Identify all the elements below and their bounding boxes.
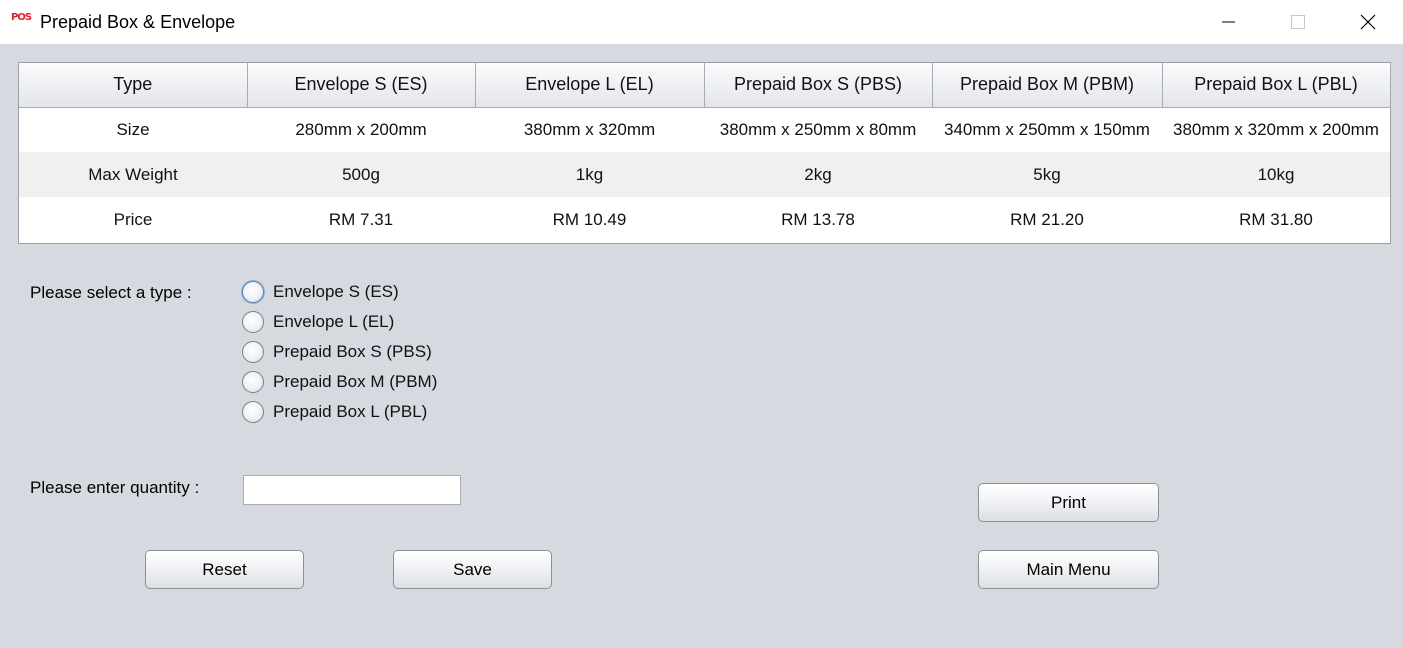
table-cell: RM 21.20 (1010, 209, 1084, 229)
radio-button[interactable] (242, 401, 264, 423)
radio-label[interactable]: Envelope L (EL) (273, 312, 394, 332)
quantity-input[interactable] (243, 475, 461, 505)
table-header-row: Type Envelope S (ES) Envelope L (EL) Pre… (19, 63, 1391, 108)
table-cell: RM 10.49 (552, 209, 627, 229)
radio-prepaid-box-m[interactable]: Prepaid Box M (PBM) (242, 369, 437, 395)
radio-prepaid-box-l[interactable]: Prepaid Box L (PBL) (242, 399, 427, 425)
price-table: Type Envelope S (ES) Envelope L (EL) Pre… (18, 62, 1391, 244)
table-cell: RM 31.80 (1239, 209, 1313, 229)
title-bar: POS Prepaid Box & Envelope (0, 0, 1403, 44)
table-cell: 380mm x 320mm x 200mm (1173, 119, 1379, 139)
column-header[interactable]: Prepaid Box L (PBL) (1162, 63, 1391, 108)
app-logo: POS (11, 12, 32, 23)
minimize-button[interactable] (1208, 6, 1248, 38)
save-button[interactable]: Save (393, 550, 552, 589)
window-title: Prepaid Box & Envelope (40, 12, 236, 32)
column-header[interactable]: Type (19, 63, 248, 108)
radio-label[interactable]: Envelope S (ES) (273, 282, 399, 302)
quantity-label: Please enter quantity : (30, 478, 200, 497)
radio-button[interactable] (242, 281, 264, 303)
table-row[interactable]: Price RM 7.31 RM 10.49 RM 13.78 RM 21.20… (19, 197, 1390, 242)
radio-envelope-l[interactable]: Envelope L (EL) (242, 309, 394, 335)
table-cell: 500g (247, 152, 475, 197)
radio-label[interactable]: Prepaid Box L (PBL) (273, 402, 427, 422)
radio-envelope-s[interactable]: Envelope S (ES) (242, 279, 399, 305)
table-cell: 2kg (704, 152, 932, 197)
radio-button[interactable] (242, 341, 264, 363)
table-cell: 380mm x 250mm x 80mm (719, 119, 917, 139)
table-cell: Price (113, 209, 153, 229)
radio-prepaid-box-s[interactable]: Prepaid Box S (PBS) (242, 339, 432, 365)
type-label: Please select a type : (30, 283, 192, 302)
maximize-icon (1291, 15, 1305, 29)
table-row[interactable]: Max Weight 500g 1kg 2kg 5kg 10kg (19, 152, 1390, 197)
close-button[interactable] (1348, 6, 1388, 38)
close-icon (1360, 14, 1376, 30)
column-header[interactable]: Prepaid Box S (PBS) (704, 63, 933, 108)
column-header[interactable]: Envelope L (EL) (475, 63, 705, 108)
table-cell: Max Weight (19, 152, 247, 197)
maximize-button[interactable] (1278, 6, 1318, 38)
table-cell: RM 13.78 (781, 209, 855, 229)
main-menu-button[interactable]: Main Menu (978, 550, 1159, 589)
table-cell: 5kg (932, 152, 1162, 197)
table-cell: 1kg (475, 152, 704, 197)
column-header[interactable]: Prepaid Box M (PBM) (932, 63, 1163, 108)
print-button[interactable]: Print (978, 483, 1159, 522)
table-row[interactable]: Size 280mm x 200mm 380mm x 320mm 380mm x… (19, 107, 1390, 152)
table-cell: RM 7.31 (328, 209, 394, 229)
table-cell: 380mm x 320mm (523, 119, 656, 139)
minimize-icon (1222, 21, 1235, 23)
table-cell: Size (116, 119, 150, 139)
column-header[interactable]: Envelope S (ES) (247, 63, 476, 108)
table-cell: 340mm x 250mm x 150mm (944, 119, 1150, 139)
radio-button[interactable] (242, 311, 264, 333)
table-cell: 10kg (1162, 152, 1390, 197)
radio-label[interactable]: Prepaid Box S (PBS) (273, 342, 432, 362)
table-cell: 280mm x 200mm (295, 119, 427, 139)
reset-button[interactable]: Reset (145, 550, 304, 589)
radio-label[interactable]: Prepaid Box M (PBM) (273, 372, 437, 392)
radio-button[interactable] (242, 371, 264, 393)
